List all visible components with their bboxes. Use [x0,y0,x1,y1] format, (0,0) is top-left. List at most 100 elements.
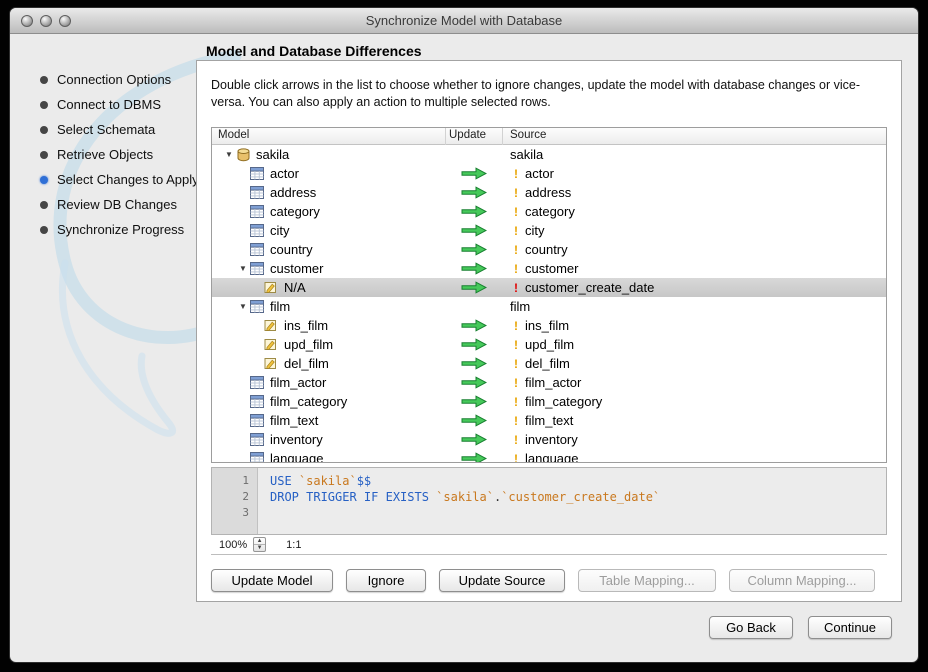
differences-panel: Double click arrows in the list to choos… [196,60,902,602]
tree-row[interactable]: city !city [212,221,886,240]
sql-line: 2DROP TRIGGER IF EXISTS `sakila`.`custom… [212,489,886,505]
tree-row[interactable]: N/A!customer_create_date [212,278,886,297]
go-back-button[interactable]: Go Back [709,616,793,639]
update-model-button[interactable]: Update Model [211,569,333,592]
model-label: customer [270,261,323,276]
source-cell: !upd_film [502,335,574,354]
wizard-step: Retrieve Objects [40,142,199,167]
tree-row[interactable]: ▼filmfilm [212,297,886,316]
sql-preview[interactable]: 1USE `sakila`$$2DROP TRIGGER IF EXISTS `… [211,467,887,535]
continue-button[interactable]: Continue [808,616,892,639]
tree-row[interactable]: ins_film!ins_film [212,316,886,335]
model-label: film_category [270,394,347,409]
sql-token: `customer_create_date` [501,490,660,504]
warning-icon: ! [510,167,522,181]
source-label: customer [525,261,578,276]
wizard-navigation: Go Back Continue [709,616,892,639]
tree-body: ▼sakilasakilaactor!actoraddress!addressc… [212,145,886,463]
error-icon: ! [510,281,522,295]
source-cell: !customer [502,259,578,278]
tree-row[interactable]: film_text!film_text [212,411,886,430]
code-text [258,505,270,521]
update-cell [445,411,502,430]
wizard-step: Synchronize Progress [40,217,199,242]
step-bullet-icon [40,201,48,209]
tree-row[interactable]: film_category!film_category [212,392,886,411]
source-cell: !inventory [502,430,578,449]
differences-tree[interactable]: Model Update Source ▼sakilasakilaactor!a… [211,127,887,463]
model-cell: inventory [212,430,323,449]
tree-row[interactable]: language!language [212,449,886,463]
column-separator [502,128,503,145]
update-direction-arrow-icon[interactable] [461,167,487,180]
update-direction-arrow-icon[interactable] [461,205,487,218]
disclosure-triangle-icon[interactable]: ▼ [236,264,250,273]
update-direction-arrow-icon[interactable] [461,262,487,275]
tree-row[interactable]: upd_film!upd_film [212,335,886,354]
step-bullet-icon [40,126,48,134]
close-window-icon[interactable] [21,15,33,27]
column-header-source: Source [510,129,546,141]
column-mapping-button: Column Mapping... [729,569,875,592]
update-direction-arrow-icon[interactable] [461,414,487,427]
trigger-icon [264,357,280,371]
zoom-stepper[interactable]: ▲ ▼ [253,537,266,552]
source-cell: !film_category [502,392,602,411]
tree-row[interactable]: del_film!del_film [212,354,886,373]
source-cell: !category [502,202,575,221]
titlebar[interactable]: Synchronize Model with Database [10,8,918,34]
table-icon [250,186,266,200]
step-label: Review DB Changes [57,197,177,212]
step-label: Select Schemata [57,122,155,137]
source-label: address [525,185,571,200]
model-label: city [270,223,290,238]
disclosure-triangle-icon[interactable]: ▼ [222,150,236,159]
tree-row[interactable]: actor!actor [212,164,886,183]
wizard-step: Connection Options [40,67,199,92]
database-icon [236,148,252,162]
stepper-up-icon[interactable]: ▲ [254,538,265,545]
source-cell: !address [502,183,571,202]
update-direction-arrow-icon[interactable] [461,186,487,199]
step-bullet-icon [40,151,48,159]
update-direction-arrow-icon[interactable] [461,281,487,294]
update-cell [445,259,502,278]
stepper-down-icon[interactable]: ▼ [254,545,265,551]
tree-row[interactable]: inventory !inventory [212,430,886,449]
update-direction-arrow-icon[interactable] [461,224,487,237]
update-direction-arrow-icon[interactable] [461,338,487,351]
tree-row[interactable]: ▼sakilasakila [212,145,886,164]
source-label: film_category [525,394,602,409]
minimize-window-icon[interactable] [40,15,52,27]
tree-row[interactable]: film_actor!film_actor [212,373,886,392]
model-cell: category [212,202,320,221]
table-icon [250,205,266,219]
model-label: inventory [270,432,323,447]
zoom-window-icon[interactable] [59,15,71,27]
update-direction-arrow-icon[interactable] [461,395,487,408]
warning-icon: ! [510,205,522,219]
tree-row[interactable]: ▼customer!customer [212,259,886,278]
disclosure-triangle-icon[interactable]: ▼ [236,302,250,311]
update-direction-arrow-icon[interactable] [461,433,487,446]
update-source-button[interactable]: Update Source [439,569,565,592]
source-cell: !country [502,240,568,259]
update-direction-arrow-icon[interactable] [461,376,487,389]
trigger-icon [264,338,280,352]
update-direction-arrow-icon[interactable] [461,357,487,370]
update-direction-arrow-icon[interactable] [461,452,487,463]
update-direction-arrow-icon[interactable] [461,243,487,256]
code-text: USE `sakila`$$ [258,473,371,489]
tree-row[interactable]: category !category [212,202,886,221]
table-icon [250,167,266,181]
step-label: Select Changes to Apply [57,172,199,187]
ignore-button[interactable]: Ignore [346,569,426,592]
code-text: DROP TRIGGER IF EXISTS `sakila`.`custome… [258,489,660,505]
source-cell: !city [502,221,545,240]
update-direction-arrow-icon[interactable] [461,319,487,332]
source-label: film_text [525,413,573,428]
tree-row[interactable]: address!address [212,183,886,202]
tree-row[interactable]: country!country [212,240,886,259]
tree-header: Model Update Source [212,128,886,145]
step-bullet-icon [40,76,48,84]
